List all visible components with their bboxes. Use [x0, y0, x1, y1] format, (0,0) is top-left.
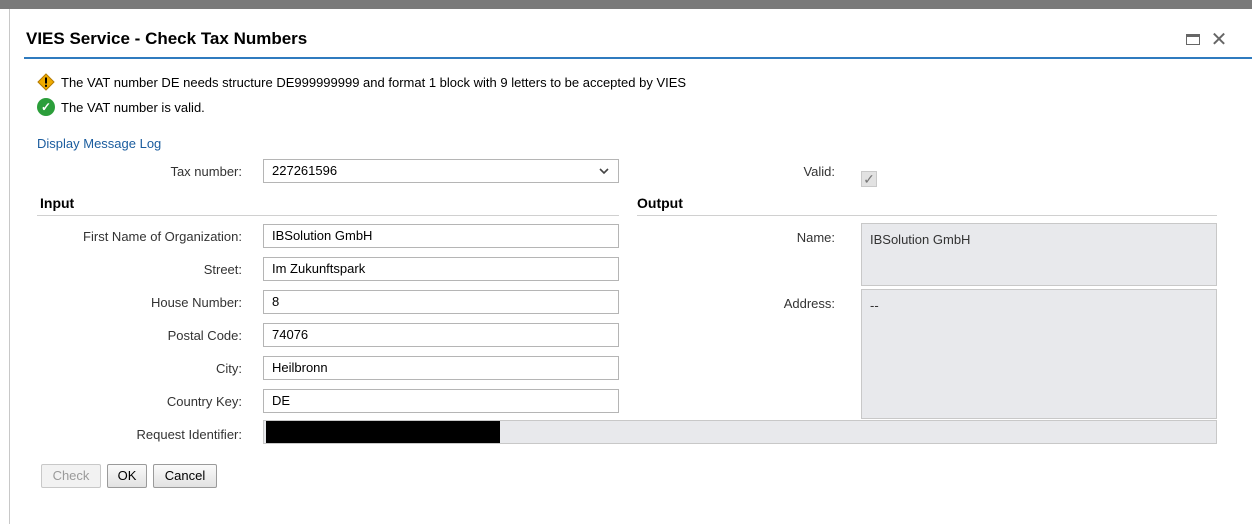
country-key-input[interactable]: DE: [263, 389, 619, 413]
org-name-label: First Name of Organization:: [83, 229, 242, 244]
input-divider: [37, 215, 619, 216]
valid-checkbox: ✓: [861, 171, 877, 187]
display-message-log-link[interactable]: Display Message Log: [37, 136, 161, 151]
tax-number-value: 227261596: [272, 163, 338, 178]
warning-icon: [37, 73, 55, 91]
check-button[interactable]: Check: [41, 464, 101, 488]
city-input[interactable]: Heilbronn: [263, 356, 619, 380]
org-name-input[interactable]: IBSolution GmbH: [263, 224, 619, 248]
street-input[interactable]: Im Zukunftspark: [263, 257, 619, 281]
dialog-title: VIES Service - Check Tax Numbers: [26, 29, 308, 48]
postal-code-input[interactable]: 74076: [263, 323, 619, 347]
output-divider: [637, 215, 1217, 216]
message-warning: The VAT number DE needs structure DE9999…: [37, 73, 686, 91]
maximize-icon[interactable]: [1184, 31, 1202, 49]
name-label: Name:: [796, 230, 835, 245]
close-icon[interactable]: ✕: [1210, 30, 1228, 50]
title-divider: [24, 57, 1252, 59]
message-success: ✓ The VAT number is valid.: [37, 98, 205, 116]
address-output: --: [861, 289, 1217, 419]
valid-label: Valid:: [803, 164, 835, 179]
message-text: The VAT number DE needs structure DE9999…: [61, 74, 687, 90]
postal-code-label: Postal Code:: [167, 328, 242, 343]
vies-dialog: VIES Service - Check Tax Numbers ✕ The V…: [11, 9, 1252, 524]
country-key-label: Country Key:: [166, 394, 242, 409]
window-frame-top: [0, 0, 1252, 9]
chevron-down-icon[interactable]: [598, 160, 610, 189]
check-circle-icon: ✓: [37, 98, 55, 116]
cancel-button[interactable]: Cancel: [153, 464, 217, 488]
input-heading: Input: [40, 195, 75, 211]
tax-number-select[interactable]: 227261596: [263, 159, 619, 183]
redacted-value: [266, 421, 500, 443]
street-label: Street:: [203, 262, 242, 277]
name-output: IBSolution GmbH: [861, 223, 1217, 286]
output-heading: Output: [637, 195, 683, 211]
house-number-label: House Number:: [150, 295, 242, 310]
address-label: Address:: [783, 296, 835, 311]
tax-number-label: Tax number:: [170, 164, 242, 179]
house-number-input[interactable]: 8: [263, 290, 619, 314]
background-window-edge: [0, 9, 10, 524]
message-text: The VAT number is valid.: [61, 99, 205, 115]
request-identifier-label: Request Identifier:: [136, 427, 242, 442]
city-label: City:: [216, 361, 242, 376]
ok-button[interactable]: OK: [107, 464, 147, 488]
